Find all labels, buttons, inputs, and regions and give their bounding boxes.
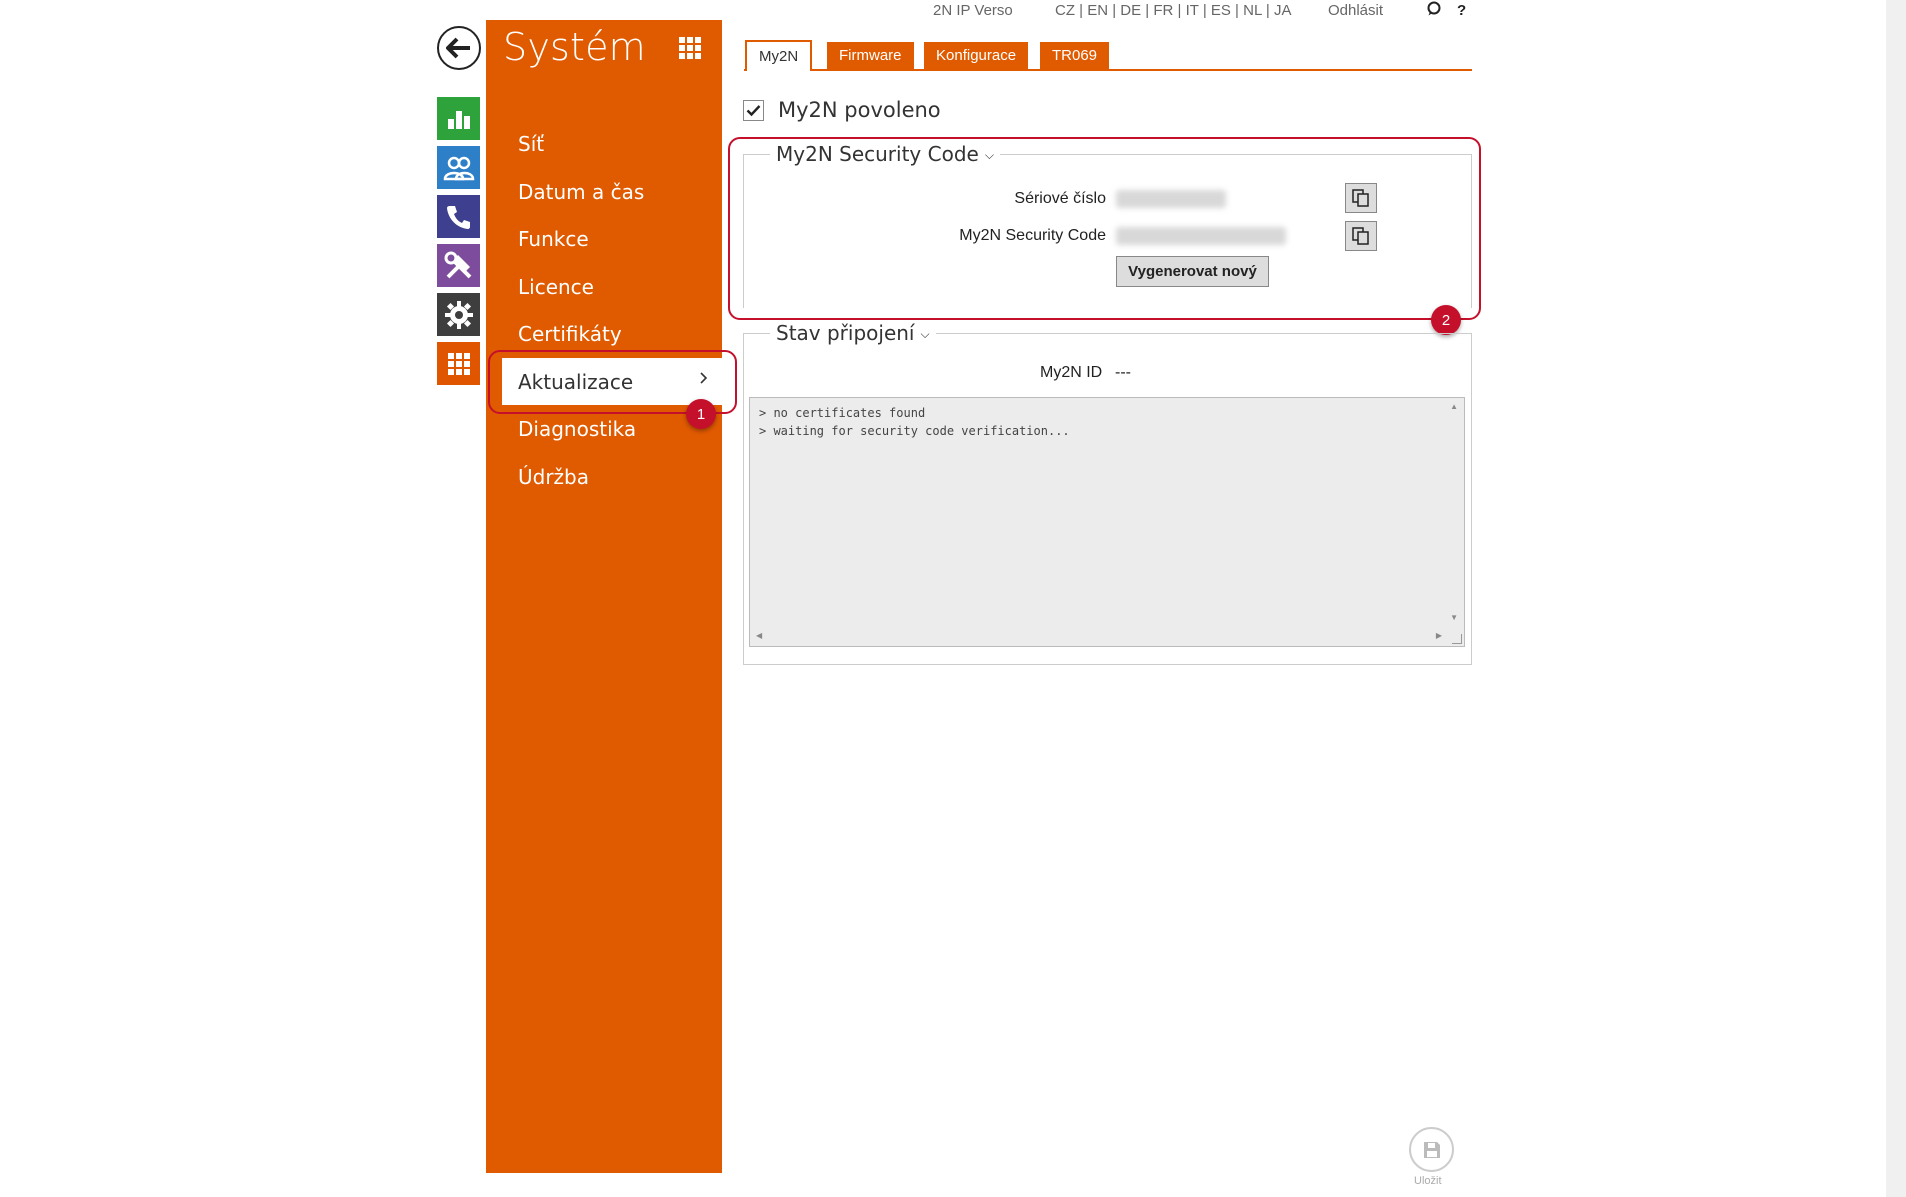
directory-users-icon[interactable] xyxy=(437,146,480,189)
settings-gear-icon[interactable] xyxy=(437,293,480,336)
tab-my2n[interactable]: My2N xyxy=(745,40,813,71)
apps-grid-icon[interactable] xyxy=(678,36,702,65)
tab-tr069[interactable]: TR069 xyxy=(1040,42,1110,69)
device-name: 2N IP Verso xyxy=(933,2,1013,19)
tab-bar: My2N Firmware Konfigurace TR069 xyxy=(744,40,1472,71)
log-line: > no certificates found xyxy=(759,406,926,420)
connection-status-heading[interactable]: Stav připojení ⌵ xyxy=(770,321,936,345)
logout-link[interactable]: Odhlásit xyxy=(1328,2,1383,19)
feedback-icon[interactable] xyxy=(1426,1,1442,21)
chevron-down-icon: ⌵ xyxy=(920,327,930,341)
my2n-enable-label: My2N povoleno xyxy=(778,98,941,122)
scroll-right-icon[interactable]: ▶ xyxy=(1436,631,1442,640)
callout-highlight-2 xyxy=(728,137,1481,320)
my2n-id-value: --- xyxy=(1115,364,1131,381)
scroll-up-icon[interactable]: ▲ xyxy=(1450,402,1458,411)
scroll-down-icon[interactable]: ▼ xyxy=(1450,613,1458,622)
callout-badge-2: 2 xyxy=(1431,305,1461,335)
system-sidebar: Systém Síť Datum a čas Funkce Licence Ce… xyxy=(486,20,722,1173)
back-arrow-icon[interactable] xyxy=(437,26,481,70)
scroll-left-icon[interactable]: ◀ xyxy=(756,631,762,640)
sidebar-item-diagnostika[interactable]: Diagnostika xyxy=(518,417,636,441)
sidebar-item-datum-a-cas[interactable]: Datum a čas xyxy=(518,180,644,204)
sidebar-item-licence[interactable]: Licence xyxy=(518,275,594,299)
sidebar-item-certifikaty[interactable]: Certifikáty xyxy=(518,322,622,346)
save-button[interactable] xyxy=(1409,1127,1454,1172)
help-icon[interactable]: ? xyxy=(1457,2,1466,19)
tab-firmware[interactable]: Firmware xyxy=(827,42,914,69)
sidebar-item-udrzba[interactable]: Údržba xyxy=(518,465,589,489)
connection-status-title: Stav připojení xyxy=(776,321,915,345)
system-grid-icon[interactable] xyxy=(437,342,480,385)
tab-konfigurace[interactable]: Konfigurace xyxy=(924,42,1029,69)
sidebar-item-funkce[interactable]: Funkce xyxy=(518,227,589,251)
my2n-id-label: My2N ID xyxy=(1040,364,1103,381)
phone-services-icon[interactable] xyxy=(437,195,480,238)
page-scrollbar[interactable] xyxy=(1886,0,1906,1197)
hardware-tools-icon[interactable] xyxy=(437,244,480,287)
connection-log-textarea[interactable]: > no certificates found > waiting for se… xyxy=(749,397,1465,647)
status-chart-icon[interactable] xyxy=(437,97,480,140)
my2n-enable-row: My2N povoleno xyxy=(743,98,941,122)
sidebar-item-sit[interactable]: Síť xyxy=(518,132,544,156)
page-title: Systém xyxy=(503,25,646,69)
log-line: > waiting for security code verification… xyxy=(759,424,1070,438)
language-switcher[interactable]: CZ | EN | DE | FR | IT | ES | NL | JA xyxy=(1055,2,1291,19)
resize-handle-icon[interactable] xyxy=(1452,634,1462,644)
my2n-enable-checkbox[interactable] xyxy=(743,99,764,121)
callout-badge-1: 1 xyxy=(686,399,716,429)
save-label: Uložit xyxy=(1414,1175,1442,1187)
